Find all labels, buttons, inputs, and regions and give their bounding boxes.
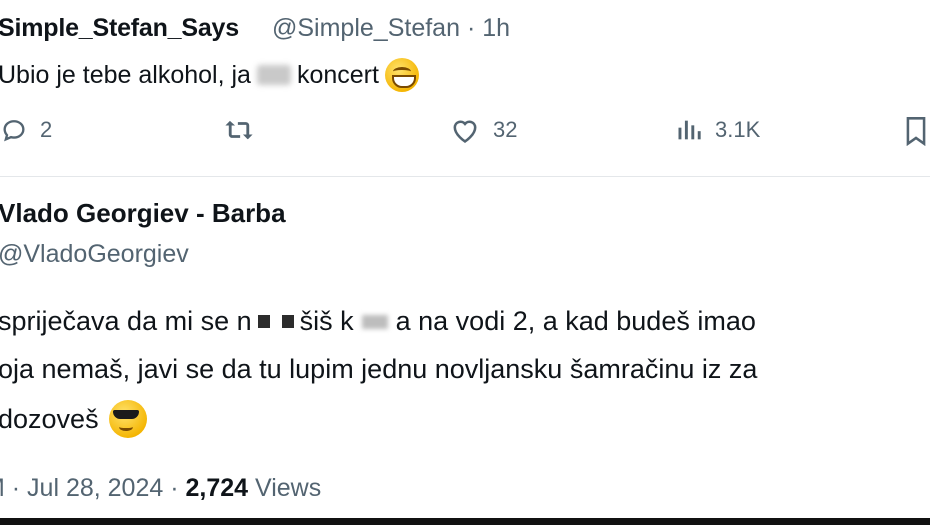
reply-meta-separator: ·: [466, 14, 476, 42]
tweet-footer: M · Jul 28, 2024 · 2,724 Views: [0, 474, 321, 503]
like-count: 32: [493, 117, 518, 142]
reply-button[interactable]: 2: [0, 116, 52, 144]
like-icon: [449, 116, 481, 144]
main-author-name[interactable]: Vlado Georgiev - Barba: [0, 198, 286, 229]
bookmark-icon: [904, 116, 928, 146]
censor-block: [281, 315, 294, 328]
tweet-text-line-3: dozoveš: [0, 400, 147, 438]
reply-text-end: koncert: [296, 60, 379, 89]
reply-author-name[interactable]: Simple_Stefan_Says: [0, 14, 239, 43]
grinning-emoji-icon: [384, 58, 419, 92]
tweet-text-fragment: oja nemaš, javi se da tu lupim jednu nov…: [0, 354, 758, 384]
reply-time[interactable]: 1h: [482, 14, 510, 42]
sunglasses-emoji-icon: [108, 400, 147, 438]
tweet-timestamp[interactable]: M · Jul 28, 2024 ·: [0, 474, 185, 502]
tweet-text-fragment: spriječava da mi se n: [0, 306, 252, 336]
bookmark-button[interactable]: [904, 116, 928, 146]
reply-text-start: Ubio je tebe alkohol, ja: [0, 60, 251, 89]
censor-block: [257, 315, 270, 328]
like-button[interactable]: 32: [449, 116, 517, 144]
censored-word: [256, 65, 291, 85]
censor-blur: [361, 314, 388, 329]
reply-text: Ubio je tebe alkohol, ja koncert: [0, 58, 419, 92]
retweet-button[interactable]: [222, 116, 268, 144]
tweet-text-line-1: spriječava da mi se n šiš k a na vodi 2,…: [0, 306, 756, 337]
views-count: 3.1K: [715, 117, 761, 142]
bottom-edge-bar: [0, 518, 930, 525]
tweet-text-line-2: oja nemaš, javi se da tu lupim jednu nov…: [0, 354, 757, 385]
tweet-text-fragment: a na vodi 2, a kad budeš imao: [395, 306, 756, 336]
reply-count: 2: [40, 117, 53, 142]
reply-meta: @Simple_Stefan · 1h: [272, 14, 510, 43]
tweet-views-label: Views: [255, 474, 322, 502]
tweet-text-fragment: šiš k: [299, 306, 354, 336]
main-author-handle[interactable]: @VladoGeorgiev: [0, 240, 189, 269]
tweet-text-fragment: dozoveš: [0, 403, 99, 434]
tweet-view-count: 2,724: [185, 474, 249, 502]
reply-icon: [0, 116, 28, 144]
retweet-icon: [222, 116, 256, 144]
reply-handle[interactable]: @Simple_Stefan: [272, 14, 460, 42]
views-icon: [675, 116, 703, 144]
tweet-divider: [0, 176, 930, 177]
views-button[interactable]: 3.1K: [675, 116, 760, 144]
